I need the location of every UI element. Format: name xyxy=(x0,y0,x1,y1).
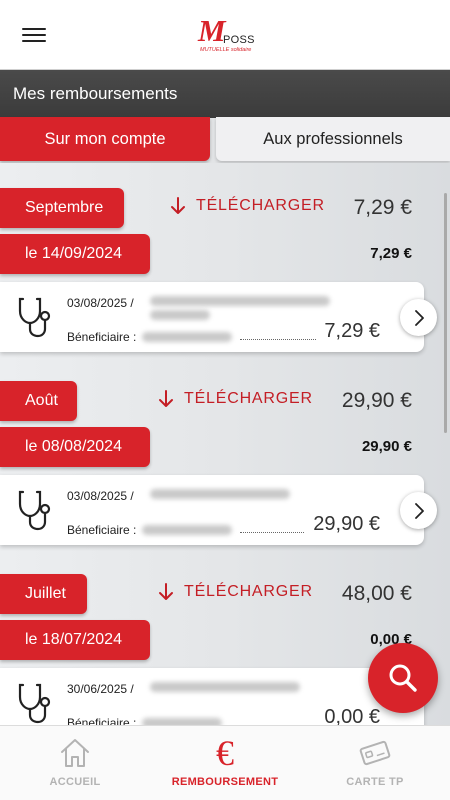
nav-remboursement[interactable]: € REMBOURSEMENT xyxy=(150,726,300,800)
download-button[interactable]: TÉLÉCHARGER xyxy=(158,390,313,408)
logo-poss: POSS xyxy=(223,34,255,46)
tab-sur-mon-compte[interactable]: Sur mon compte xyxy=(0,117,210,161)
care-amount: 29,90 € xyxy=(313,513,380,535)
blurred-beneficiary-name xyxy=(142,525,232,535)
month-total: 48,00 € xyxy=(341,582,412,605)
search-button[interactable] xyxy=(368,643,438,713)
stethoscope-icon xyxy=(18,490,51,531)
month-label: Août xyxy=(0,381,77,421)
payment-date: le 18/07/2024 xyxy=(0,620,150,660)
reimbursement-tabs: Sur mon compte Aux professionnels xyxy=(0,117,450,163)
download-label: TÉLÉCHARGER xyxy=(196,197,325,214)
stethoscope-icon xyxy=(18,297,51,338)
chevron-right-icon[interactable] xyxy=(400,299,437,336)
card-icon xyxy=(357,735,393,771)
month-total: 29,90 € xyxy=(341,389,412,412)
month-total: 7,29 € xyxy=(353,196,412,219)
home-icon xyxy=(57,735,93,771)
care-date: 03/08/2025 / xyxy=(67,296,134,310)
nav-label: REMBOURSEMENT xyxy=(171,776,279,788)
reimbursement-card[interactable]: 03/08/2025 / Béneficiaire : 7,29 € xyxy=(0,282,437,352)
reimbursement-card[interactable]: 03/08/2025 / Béneficiaire : 29,90 € xyxy=(0,475,437,545)
scrollbar[interactable] xyxy=(444,193,447,433)
payment-amount: 29,90 € xyxy=(361,438,412,455)
month-label: Septembre xyxy=(0,188,124,228)
chevron-right-icon[interactable] xyxy=(400,492,437,529)
nav-label: ACCUEIL xyxy=(49,776,101,788)
stethoscope-icon xyxy=(18,683,51,724)
reimbursement-list[interactable]: Septembre TÉLÉCHARGER 7,29 € le 14/09/20… xyxy=(0,163,450,725)
tab-aux-professionnels[interactable]: Aux professionnels xyxy=(216,117,450,161)
download-button[interactable]: TÉLÉCHARGER xyxy=(158,583,313,601)
care-date: 30/06/2025 / xyxy=(67,682,134,696)
care-date: 03/08/2025 / xyxy=(67,489,134,503)
blurred-beneficiary-name xyxy=(142,718,222,725)
nav-accueil[interactable]: ACCUEIL xyxy=(0,726,150,800)
dotted-leader xyxy=(240,339,316,340)
download-label: TÉLÉCHARGER xyxy=(184,390,313,407)
payment-amount: 7,29 € xyxy=(370,245,412,262)
bottom-navigation: ACCUEIL € REMBOURSEMENT CARTE TP xyxy=(0,725,450,800)
search-icon xyxy=(389,664,417,692)
reimbursement-card[interactable]: 30/06/2025 / Béneficiaire : 0,00 € xyxy=(0,668,424,725)
download-button[interactable]: TÉLÉCHARGER xyxy=(170,197,325,215)
beneficiary-label: Béneficiaire : xyxy=(67,330,137,344)
care-amount: 0,00 € xyxy=(324,706,380,725)
download-arrow-icon xyxy=(171,197,185,214)
top-app-bar: M POSS MUTUELLE solidaire xyxy=(0,0,450,70)
logo-m: M xyxy=(198,13,226,48)
blurred-beneficiary-name xyxy=(142,332,232,342)
logo-subtitle: MUTUELLE solidaire xyxy=(200,47,252,53)
month-label: Juillet xyxy=(0,574,87,614)
blurred-care-label xyxy=(150,682,300,692)
blurred-care-label xyxy=(150,489,290,499)
nav-carte-tp[interactable]: CARTE TP xyxy=(300,726,450,800)
app-logo: M POSS MUTUELLE solidaire xyxy=(198,15,258,57)
blurred-care-label-2 xyxy=(150,310,210,320)
payment-date: le 08/08/2024 xyxy=(0,427,150,467)
care-amount: 7,29 € xyxy=(324,320,380,342)
menu-icon[interactable] xyxy=(22,25,48,45)
beneficiary-label: Béneficiaire : xyxy=(67,523,137,537)
download-label: TÉLÉCHARGER xyxy=(184,583,313,600)
beneficiary-label: Béneficiaire : xyxy=(67,716,137,725)
euro-icon: € xyxy=(216,733,234,773)
payment-date: le 14/09/2024 xyxy=(0,234,150,274)
blurred-care-label xyxy=(150,296,330,306)
download-arrow-icon xyxy=(159,390,173,407)
nav-label: CARTE TP xyxy=(346,776,404,788)
dotted-leader xyxy=(240,532,304,533)
download-arrow-icon xyxy=(159,583,173,600)
page-title: Mes remboursements xyxy=(0,70,450,118)
